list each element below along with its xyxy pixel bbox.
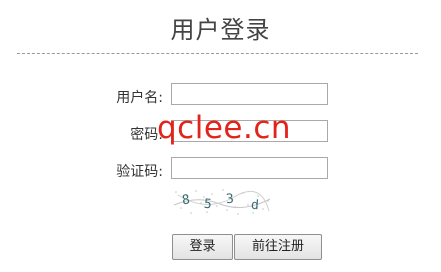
watermark-text: qclee.cn (157, 110, 292, 146)
captcha-char-3: 3 (225, 192, 234, 208)
captcha-input[interactable] (171, 157, 328, 179)
username-label: 用户名: (116, 90, 163, 106)
title-divider (17, 53, 418, 54)
password-label: 密码: (130, 127, 163, 143)
page-title: 用户登录 (170, 16, 271, 44)
captcha-char-4: d (250, 198, 259, 214)
register-button[interactable]: 前往注册 (234, 234, 322, 260)
captcha-label: 验证码: (116, 164, 163, 180)
username-input[interactable] (171, 83, 328, 105)
captcha-char-2: 5 (203, 197, 212, 213)
login-button[interactable]: 登录 (172, 234, 233, 260)
captcha-image[interactable]: 8 5 3 d (172, 187, 272, 217)
